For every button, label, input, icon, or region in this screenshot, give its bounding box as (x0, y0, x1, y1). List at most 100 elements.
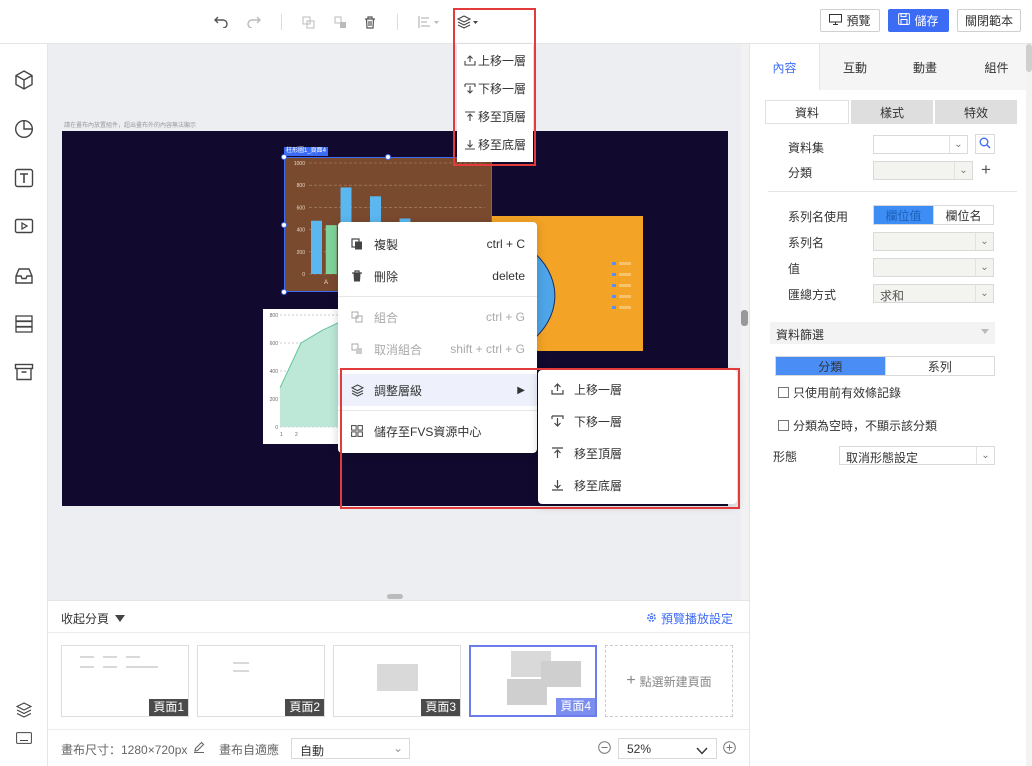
resize-handle[interactable] (281, 289, 287, 295)
layers-icon[interactable] (12, 698, 36, 722)
value-select[interactable]: ⌄ (873, 258, 994, 277)
delete-icon[interactable] (358, 10, 382, 34)
canvas-adapt-label: 畫布自適應 (219, 743, 280, 757)
data-filter-header[interactable]: 資料篩選 (770, 322, 995, 344)
server-icon[interactable] (12, 312, 36, 336)
caret-down-icon (981, 329, 989, 334)
filter-toggle-series[interactable]: 系列 (884, 357, 994, 375)
chevron-down-icon: ⌄ (975, 233, 993, 250)
canvas-resize-handle[interactable] (387, 594, 403, 599)
inbox-icon[interactable] (12, 264, 36, 288)
category-select[interactable]: ⌄ (873, 161, 973, 180)
component-sidebar (0, 44, 48, 766)
page-thumbnail-1[interactable]: 頁面1 (61, 645, 189, 717)
subtab-data[interactable]: 資料 (765, 100, 849, 124)
keyboard-icon[interactable] (12, 726, 36, 750)
preview-button[interactable]: 預覽 (820, 9, 880, 32)
zoom-in-icon[interactable] (723, 741, 736, 757)
aggregation-select[interactable]: 求和 ⌄ (873, 284, 994, 303)
search-icon (979, 137, 991, 152)
y-tick-label: 800 (270, 313, 279, 319)
y-tick-label: 1000 (294, 161, 305, 167)
toggle-field-name[interactable]: 欄位名 (933, 206, 993, 224)
aggregation-label: 匯總方式 (788, 288, 837, 302)
area-chart-widget[interactable]: 800 600 400 200 0 1 2 (263, 309, 343, 444)
canvas-size-label: 畫布尺寸：1280×720px (61, 743, 188, 757)
filter-toggle-category[interactable]: 分類 (776, 357, 885, 375)
resize-handle[interactable] (385, 154, 391, 160)
ungroup-icon[interactable] (328, 10, 352, 34)
preview-playback-settings[interactable]: 預覽播放設定 (646, 610, 733, 627)
page-thumbnail-2[interactable]: 頁面2 (197, 645, 325, 717)
menu-item-copy[interactable]: 複製 ctrl + C (338, 228, 537, 260)
chevron-down-icon: ⌄ (392, 741, 403, 755)
save-button[interactable]: 儲存 (888, 9, 949, 32)
new-page-button[interactable]: + 點選新建頁面 (605, 645, 733, 717)
align-icon[interactable] (414, 10, 444, 34)
selected-widget-tag: 柱形圖1_頁面4 (284, 147, 329, 156)
value-label: 值 (788, 262, 801, 276)
toggle-field-value[interactable]: 欄位值 (874, 206, 933, 224)
resize-handle[interactable] (281, 222, 287, 228)
group-icon (350, 310, 364, 324)
y-tick-label: 0 (302, 272, 305, 278)
page-thumbnail-4[interactable]: 頁面4 (469, 645, 597, 717)
series-name-use-label: 系列名使用 (788, 210, 849, 224)
collapse-pages-button[interactable]: 收起分頁 (61, 610, 126, 627)
zoom-out-icon[interactable] (598, 741, 611, 757)
canvas-hint: 請在畫布內放置組件，超出畫布外的內容無法顯示 (64, 123, 197, 129)
category-label: 分類 (788, 166, 813, 180)
tab-content[interactable]: 內容 (750, 44, 820, 90)
y-tick-label: 400 (270, 369, 279, 375)
cube-icon[interactable] (12, 68, 36, 92)
only-prev-records-checkbox[interactable]: 只使用前有效條記錄 (778, 384, 901, 401)
copy-icon (350, 237, 364, 251)
tab-animation[interactable]: 動畫 (890, 44, 960, 90)
series-name-label: 系列名 (788, 236, 825, 250)
search-button[interactable] (975, 134, 995, 154)
shape-select[interactable]: 取消形態設定 ⌄ (839, 446, 995, 465)
resize-handle[interactable] (281, 154, 287, 160)
filter-toggle: 分類 系列 (775, 356, 995, 376)
chevron-down-icon: ⌄ (954, 162, 972, 179)
group-icon[interactable] (296, 10, 320, 34)
close-template-button[interactable]: 關閉範本 (957, 9, 1021, 32)
x-tick-label: 1 (280, 432, 283, 438)
canvas-adapt-select[interactable]: 自動 ⌄ (291, 738, 410, 759)
subtab-style[interactable]: 樣式 (851, 100, 933, 124)
menu-item-group[interactable]: 組合 ctrl + G (338, 301, 537, 333)
y-tick-label: 800 (297, 183, 306, 189)
edit-icon[interactable] (193, 741, 205, 756)
subtab-effects[interactable]: 特效 (935, 100, 1017, 124)
menu-item-delete[interactable]: 刪除 delete (338, 260, 537, 292)
redo-icon[interactable] (242, 10, 266, 34)
page-thumbnail-3[interactable]: 頁面3 (333, 645, 461, 717)
panel-scrollbar[interactable] (1026, 44, 1032, 766)
text-icon[interactable] (12, 166, 36, 190)
archive-icon[interactable] (12, 360, 36, 384)
bar (325, 225, 337, 274)
add-icon[interactable]: + (977, 160, 995, 179)
undo-icon[interactable] (209, 10, 233, 34)
hide-empty-category-checkbox[interactable]: 分類為空時，不顯示該分類 (778, 417, 937, 434)
y-tick-label: 400 (297, 228, 306, 234)
video-icon[interactable] (12, 214, 36, 238)
chevron-down-icon: ⌄ (975, 259, 993, 276)
menu-item-ungroup[interactable]: 取消組合 shift + ctrl + G (338, 333, 537, 365)
pie-chart-icon[interactable] (12, 117, 36, 141)
x-tick-label: A (324, 280, 328, 286)
dataset-label: 資料集 (788, 141, 825, 155)
vertical-scrollbar[interactable] (741, 44, 749, 600)
chevron-down-icon: ⌄ (975, 285, 993, 302)
series-name-select[interactable]: ⌄ (873, 232, 994, 251)
panel-subtabs: 資料 樣式 特效 (765, 100, 1019, 124)
tab-interaction[interactable]: 互動 (820, 44, 890, 90)
tab-components[interactable]: 組件 (960, 44, 1032, 90)
dataset-select[interactable]: ⌄ (873, 135, 968, 154)
shape-label: 形態 (773, 450, 798, 464)
y-tick-label: 200 (270, 397, 279, 403)
y-tick-label: 600 (270, 341, 279, 347)
zoom-select[interactable]: 52% (618, 738, 717, 759)
ungroup-icon (350, 342, 364, 356)
chevron-down-icon: ⌄ (976, 447, 994, 464)
